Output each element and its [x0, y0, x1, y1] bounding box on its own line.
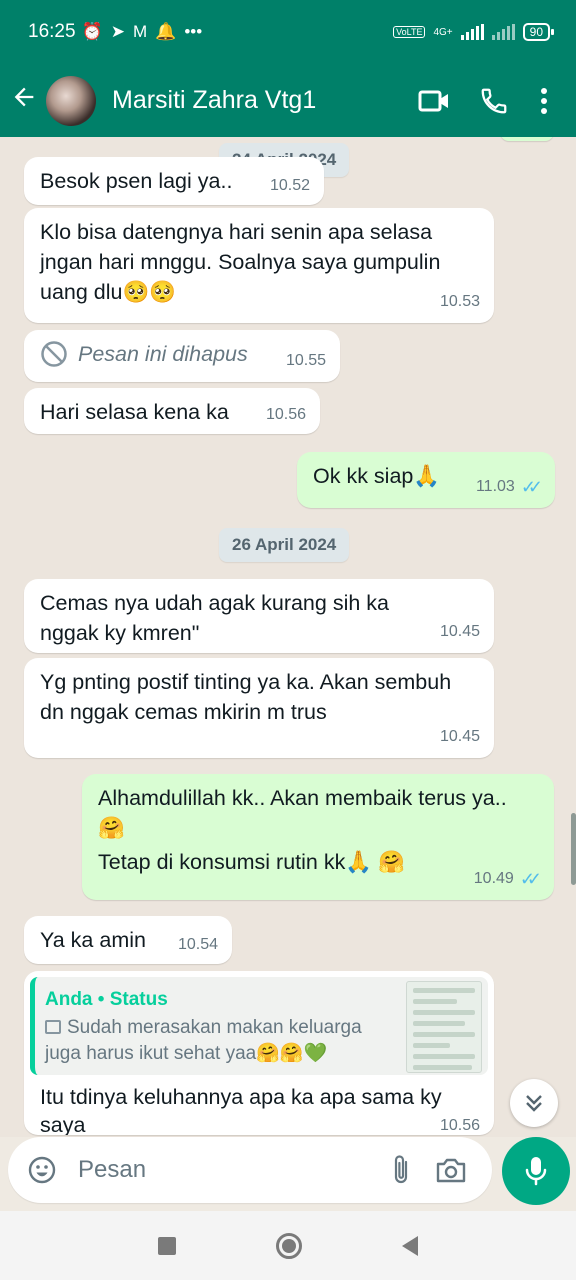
message-input[interactable]: Pesan [78, 1156, 376, 1184]
message-time: 10.55 [285, 352, 326, 369]
message-time: 10.56 [265, 406, 306, 423]
chevron-double-down-icon [526, 1095, 542, 1112]
message-text: Hari selasa kena ka [40, 400, 229, 424]
top-bar: 16:25 ⏰ ➤ M 🔔 ••• VoLTE 4G+ 90 Marsiti Z… [0, 0, 576, 137]
message-input-box[interactable]: Pesan [8, 1137, 492, 1203]
deleted-message: Pesan ini dihapus [40, 339, 324, 369]
message-bubble-deleted[interactable]: Pesan ini dihapus 10.55 [24, 330, 340, 382]
double-check-icon: ✓✓ [519, 869, 542, 889]
message-text: Cemas nya udah agak kurang sih ka nggak … [40, 591, 389, 645]
camera-icon[interactable] [426, 1145, 476, 1195]
blocked-icon [41, 341, 67, 367]
message-bubble-reply[interactable]: Anda • Status Sudah merasakan makan kelu… [24, 971, 494, 1135]
battery-icon: 90 [522, 23, 555, 41]
scrollbar[interactable] [571, 813, 576, 885]
message-time: 10.56 [439, 1117, 480, 1134]
emoji-icon[interactable] [24, 1145, 60, 1195]
more-notifications-icon: ••• [184, 22, 203, 41]
video-call-icon[interactable] [404, 76, 464, 126]
status-right: VoLTE 4G+ 90 [393, 23, 555, 41]
telegram-icon: ➤ [110, 22, 125, 41]
volte-icon: VoLTE [393, 26, 426, 38]
message-text: Alhamdulillah kk.. Akan membaik terus ya… [98, 786, 507, 840]
gmail-icon: M [132, 22, 148, 41]
contact-name[interactable]: Marsiti Zahra Vtg1 [112, 86, 404, 115]
more-vertical-icon[interactable] [524, 76, 564, 126]
message-bubble[interactable]: Cemas nya udah agak kurang sih ka nggak … [24, 579, 494, 653]
recents-icon[interactable] [158, 1236, 176, 1255]
chat-area[interactable]: 24 April 2024 Besok psen lagi ya.. 10.52… [0, 137, 576, 1137]
message-text: Klo bisa datengnya hari senin apa selasa… [40, 220, 441, 304]
message-text: Yg pnting postif tinting ya ka. Akan sem… [40, 670, 452, 724]
date-separator: 26 April 2024 [219, 528, 350, 562]
chat-header: Marsiti Zahra Vtg1 [0, 64, 576, 137]
message-text: Itu tdinya keluhannya apa ka apa sama ky… [40, 1085, 442, 1135]
message-time: 11.03 ✓✓ [476, 472, 543, 502]
message-bubble[interactable]: Ya ka amin 10.54 [24, 916, 232, 964]
mic-icon [525, 1157, 547, 1186]
message-text: Besok psen lagi ya.. [40, 169, 233, 193]
message-bubble[interactable]: Klo bisa datengnya hari senin apa selasa… [24, 208, 494, 323]
quoted-status[interactable]: Anda • Status Sudah merasakan makan kelu… [30, 977, 488, 1075]
message-time: 10.49 ✓✓ [474, 864, 542, 894]
arrow-left-icon[interactable] [10, 83, 46, 119]
signal-2-icon [491, 24, 515, 40]
home-icon[interactable] [276, 1232, 302, 1259]
message-bubble[interactable]: Hari selasa kena ka 10.56 [24, 388, 320, 434]
message-time: 10.54 [177, 936, 218, 953]
message-time: 10.45 [439, 728, 480, 745]
message-time: 10.45 [439, 623, 480, 640]
message-bubble-outgoing[interactable]: Alhamdulillah kk.. Akan membaik terus ya… [82, 774, 554, 900]
input-bar: Pesan [0, 1137, 576, 1211]
scroll-down-button[interactable] [510, 1079, 558, 1127]
message-bubble[interactable]: Besok psen lagi ya.. 10.52 [24, 157, 324, 205]
status-time: 16:25 [28, 21, 76, 42]
avatar[interactable] [46, 75, 96, 126]
message-time: 10.53 [439, 293, 480, 310]
mic-button[interactable] [502, 1137, 570, 1205]
system-nav-bar [0, 1211, 576, 1280]
message-partial-top[interactable] [500, 137, 554, 141]
message-bubble-outgoing[interactable]: Ok kk siap🙏 11.03 ✓✓ [297, 452, 555, 508]
notification-icons: ⏰ ➤ M 🔔 ••• [82, 22, 203, 42]
signal-icon [460, 24, 484, 40]
back-nav-icon[interactable] [402, 1235, 418, 1256]
attach-icon[interactable] [376, 1145, 426, 1195]
phone-icon[interactable] [464, 76, 524, 126]
bell-icon: 🔔 [155, 22, 177, 41]
double-check-icon: ✓✓ [520, 477, 543, 497]
message-bubble[interactable]: Yg pnting postif tinting ya ka. Akan sem… [24, 658, 494, 758]
image-icon [45, 1020, 61, 1034]
status-thumbnail [406, 981, 482, 1073]
status-bar: 16:25 ⏰ ➤ M 🔔 ••• VoLTE 4G+ 90 [0, 0, 576, 64]
message-time: 10.52 [269, 177, 310, 194]
message-text-line2: Tetap di konsumsi rutin kk🙏 🤗 [98, 850, 405, 874]
alarm-icon: ⏰ [81, 22, 103, 41]
network-type: 4G+ [433, 26, 453, 38]
